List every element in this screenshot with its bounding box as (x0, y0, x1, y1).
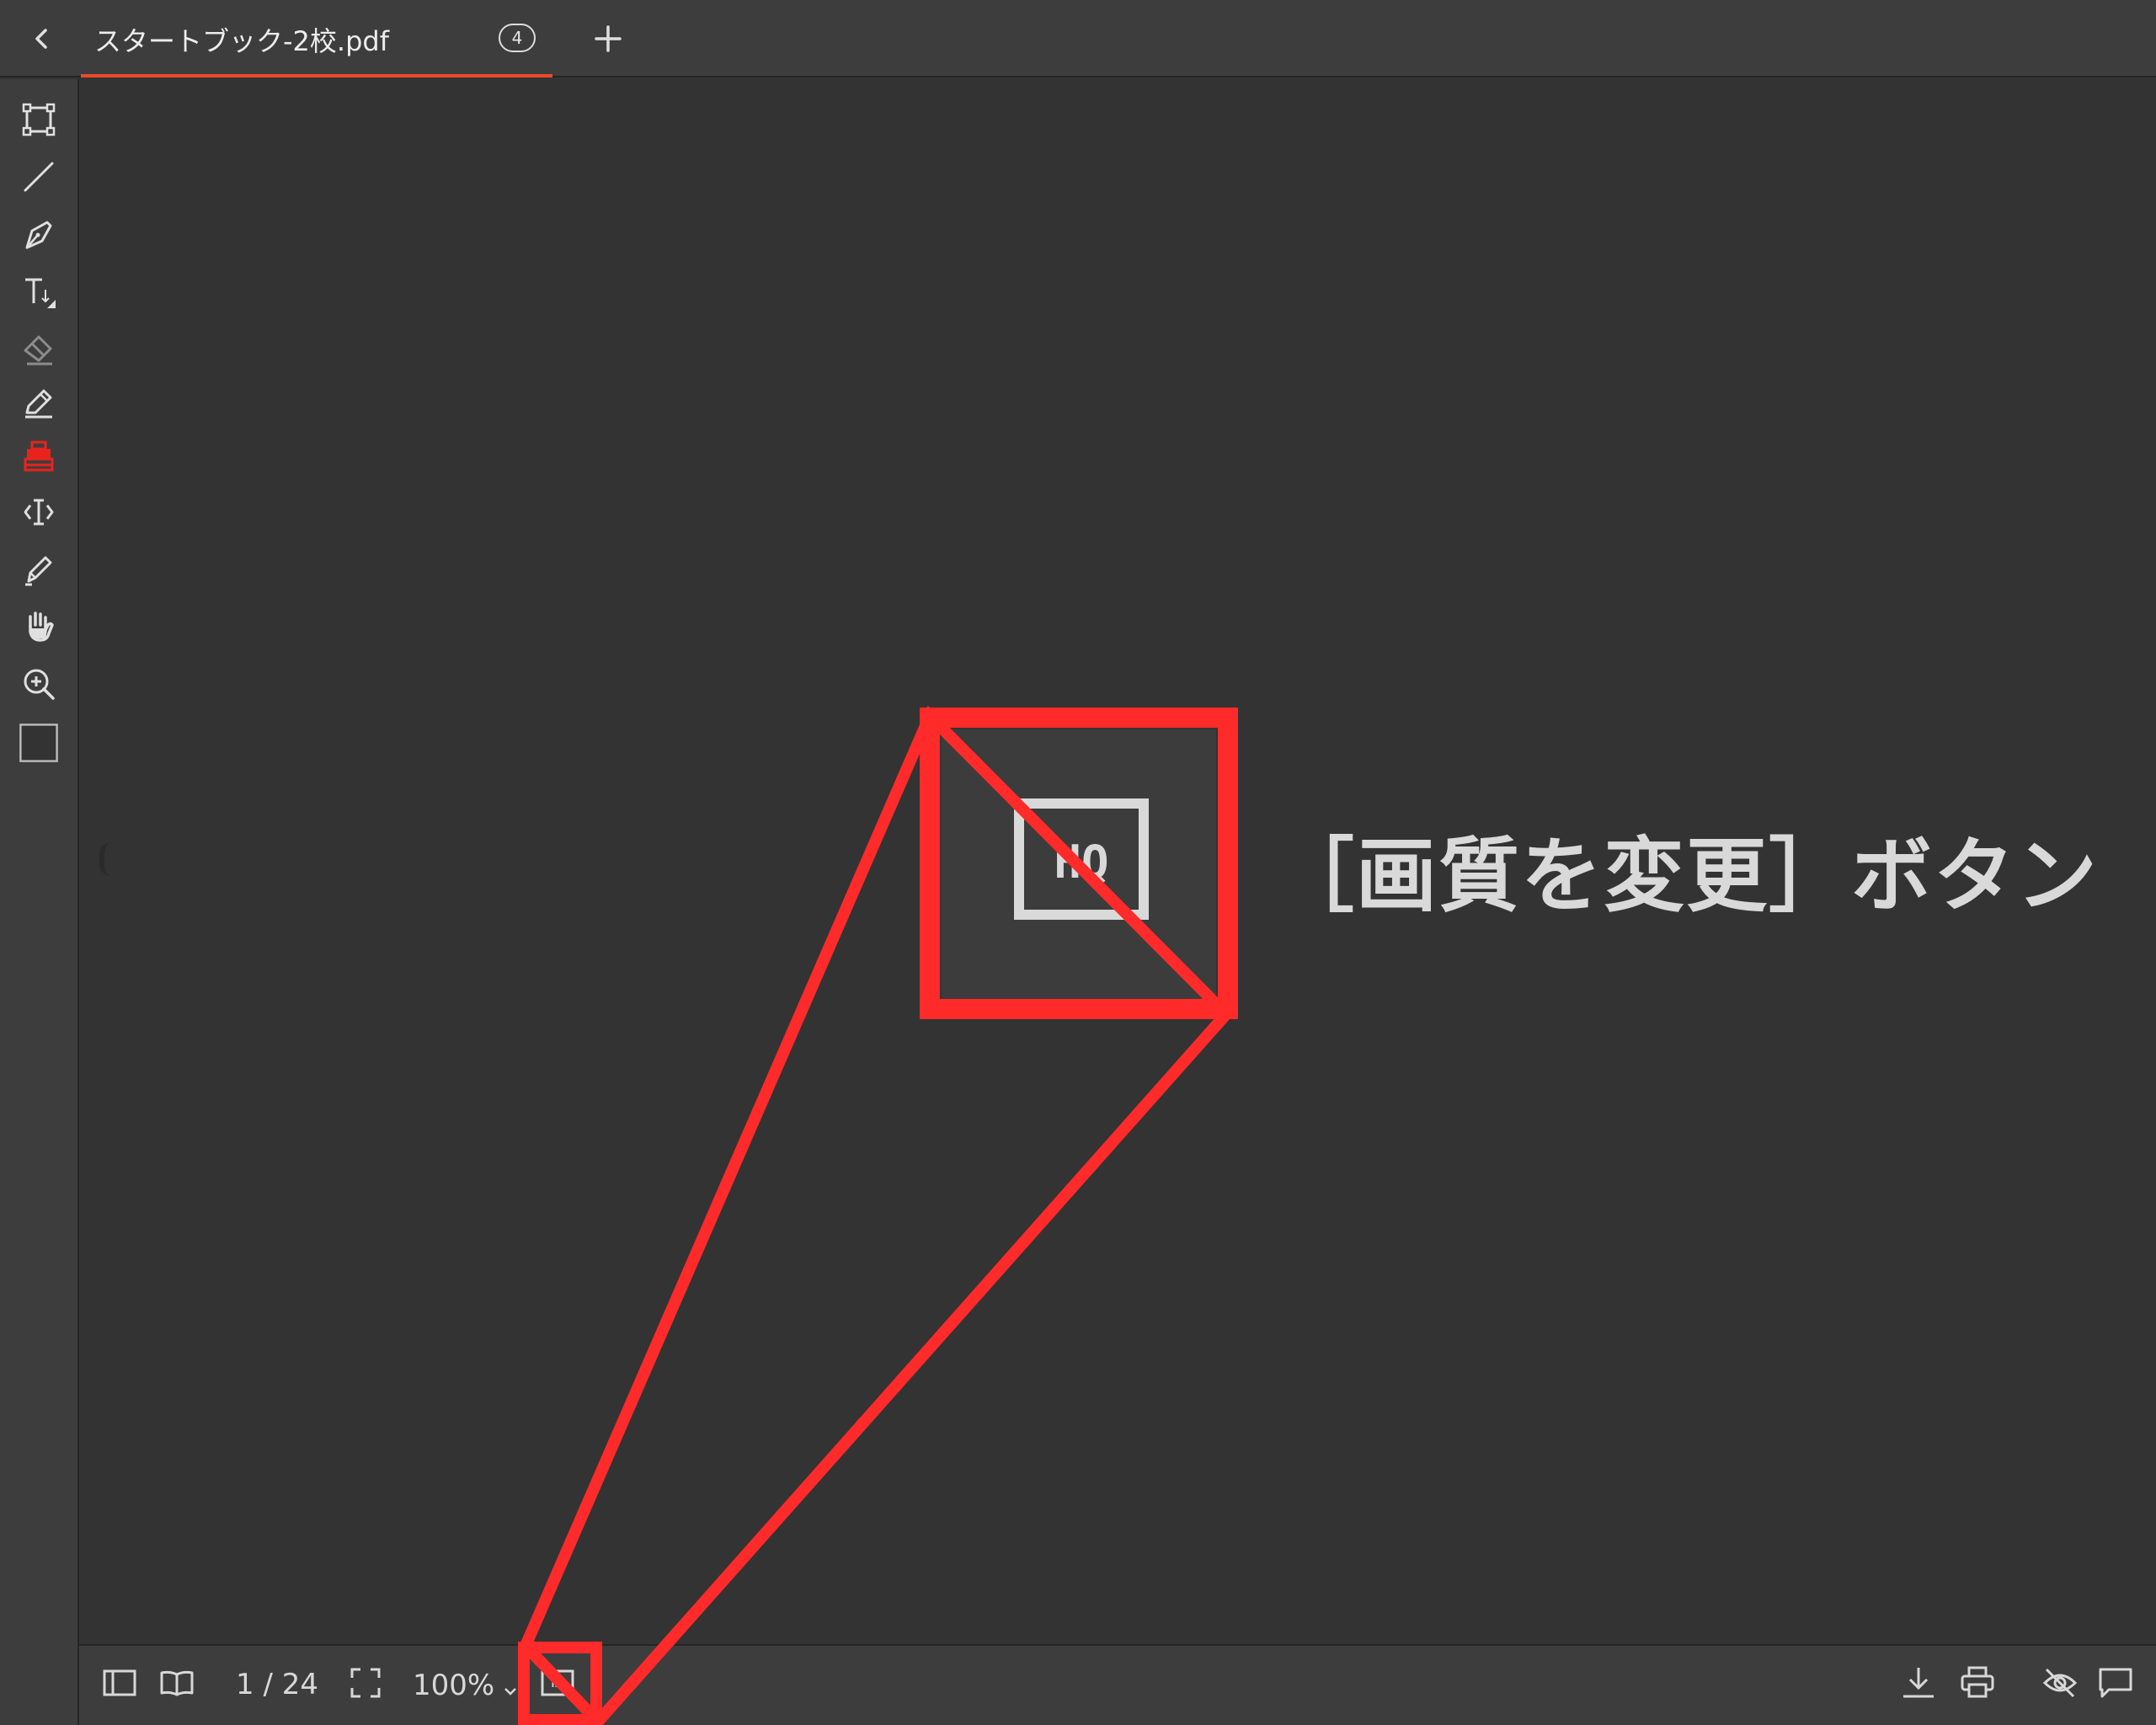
page-edge (99, 842, 118, 876)
zoom-value: 100% (413, 1669, 495, 1702)
callout-magnified-button: HQ (942, 729, 1216, 1002)
fullscreen-icon (350, 1668, 381, 1698)
zoom-tool-button[interactable] (13, 660, 64, 708)
svg-text:HQ: HQ (552, 1678, 563, 1690)
highlighter-icon (25, 556, 52, 586)
tab-count-badge: 4 (499, 24, 536, 52)
document-tab[interactable]: スタートブック-2校.pdf 4 (81, 0, 552, 77)
chevron-down-icon (504, 1687, 517, 1696)
pencil-icon (25, 389, 52, 419)
download-icon (1903, 1668, 1934, 1698)
chevron-left-icon (35, 29, 47, 49)
line-icon (24, 162, 54, 192)
pdf-viewer-app: スタートブック-2校.pdf 4 1 / 24 100% HQ HQ ［画質を変… (0, 0, 2156, 1725)
eraser-tool-button[interactable] (13, 325, 64, 372)
plus-icon (595, 25, 622, 52)
tab-title: スタートブック-2校.pdf (94, 25, 389, 57)
bottom-toolbar: 1 / 24 100% HQ (79, 1644, 2156, 1725)
stamp-icon (24, 441, 54, 472)
comments-button[interactable] (2097, 1664, 2134, 1706)
download-button[interactable] (1900, 1664, 1937, 1706)
hide-annotations-button[interactable] (2041, 1664, 2079, 1706)
eraser-icon (24, 335, 52, 366)
stamp-tool-button[interactable] (13, 433, 64, 480)
zoom-select[interactable]: 100% (413, 1664, 519, 1706)
annotate-pencil-tool-button[interactable] (13, 379, 64, 426)
callout-label: ［画質を変更］ボタン (1273, 829, 2099, 923)
color-swatch-icon (19, 724, 58, 762)
back-button[interactable] (19, 19, 66, 59)
print-button[interactable] (1959, 1664, 1996, 1706)
hq-icon: HQ (1014, 798, 1149, 920)
highlighter-tool-button[interactable] (13, 546, 64, 593)
sidebar-toggle-button[interactable] (101, 1664, 138, 1706)
hq-icon: HQ (541, 1669, 574, 1696)
sidebar-panel-icon (103, 1669, 136, 1696)
rectangle-icon (22, 103, 56, 136)
pen-tool-button[interactable] (13, 211, 64, 258)
tab-bar: スタートブック-2校.pdf 4 (0, 0, 2156, 77)
fullscreen-button[interactable] (347, 1664, 384, 1706)
comment-icon (2099, 1668, 2132, 1698)
color-swatch-button[interactable] (13, 719, 64, 766)
zoom-in-icon (24, 669, 55, 700)
text-t-icon (25, 278, 56, 308)
hand-tool-button[interactable] (13, 603, 64, 650)
text-select-tool-button[interactable] (13, 489, 64, 536)
page-indicator[interactable]: 1 / 24 (236, 1668, 318, 1701)
eye-off-icon (2042, 1668, 2078, 1698)
hand-icon (29, 611, 54, 642)
open-book-icon (160, 1670, 194, 1696)
new-tab-button[interactable] (590, 20, 627, 57)
printer-icon (1961, 1666, 1994, 1698)
rectangle-tool-button[interactable] (13, 96, 64, 143)
line-tool-button[interactable] (13, 153, 64, 200)
pen-nib-icon (25, 221, 52, 249)
text-tool-button[interactable] (13, 268, 64, 315)
annotation-toolbar (0, 79, 79, 1725)
hq-text: HQ (1054, 836, 1108, 889)
image-quality-button[interactable]: HQ (539, 1664, 576, 1706)
book-view-button[interactable] (158, 1664, 195, 1706)
text-cursor-icon (24, 499, 54, 526)
